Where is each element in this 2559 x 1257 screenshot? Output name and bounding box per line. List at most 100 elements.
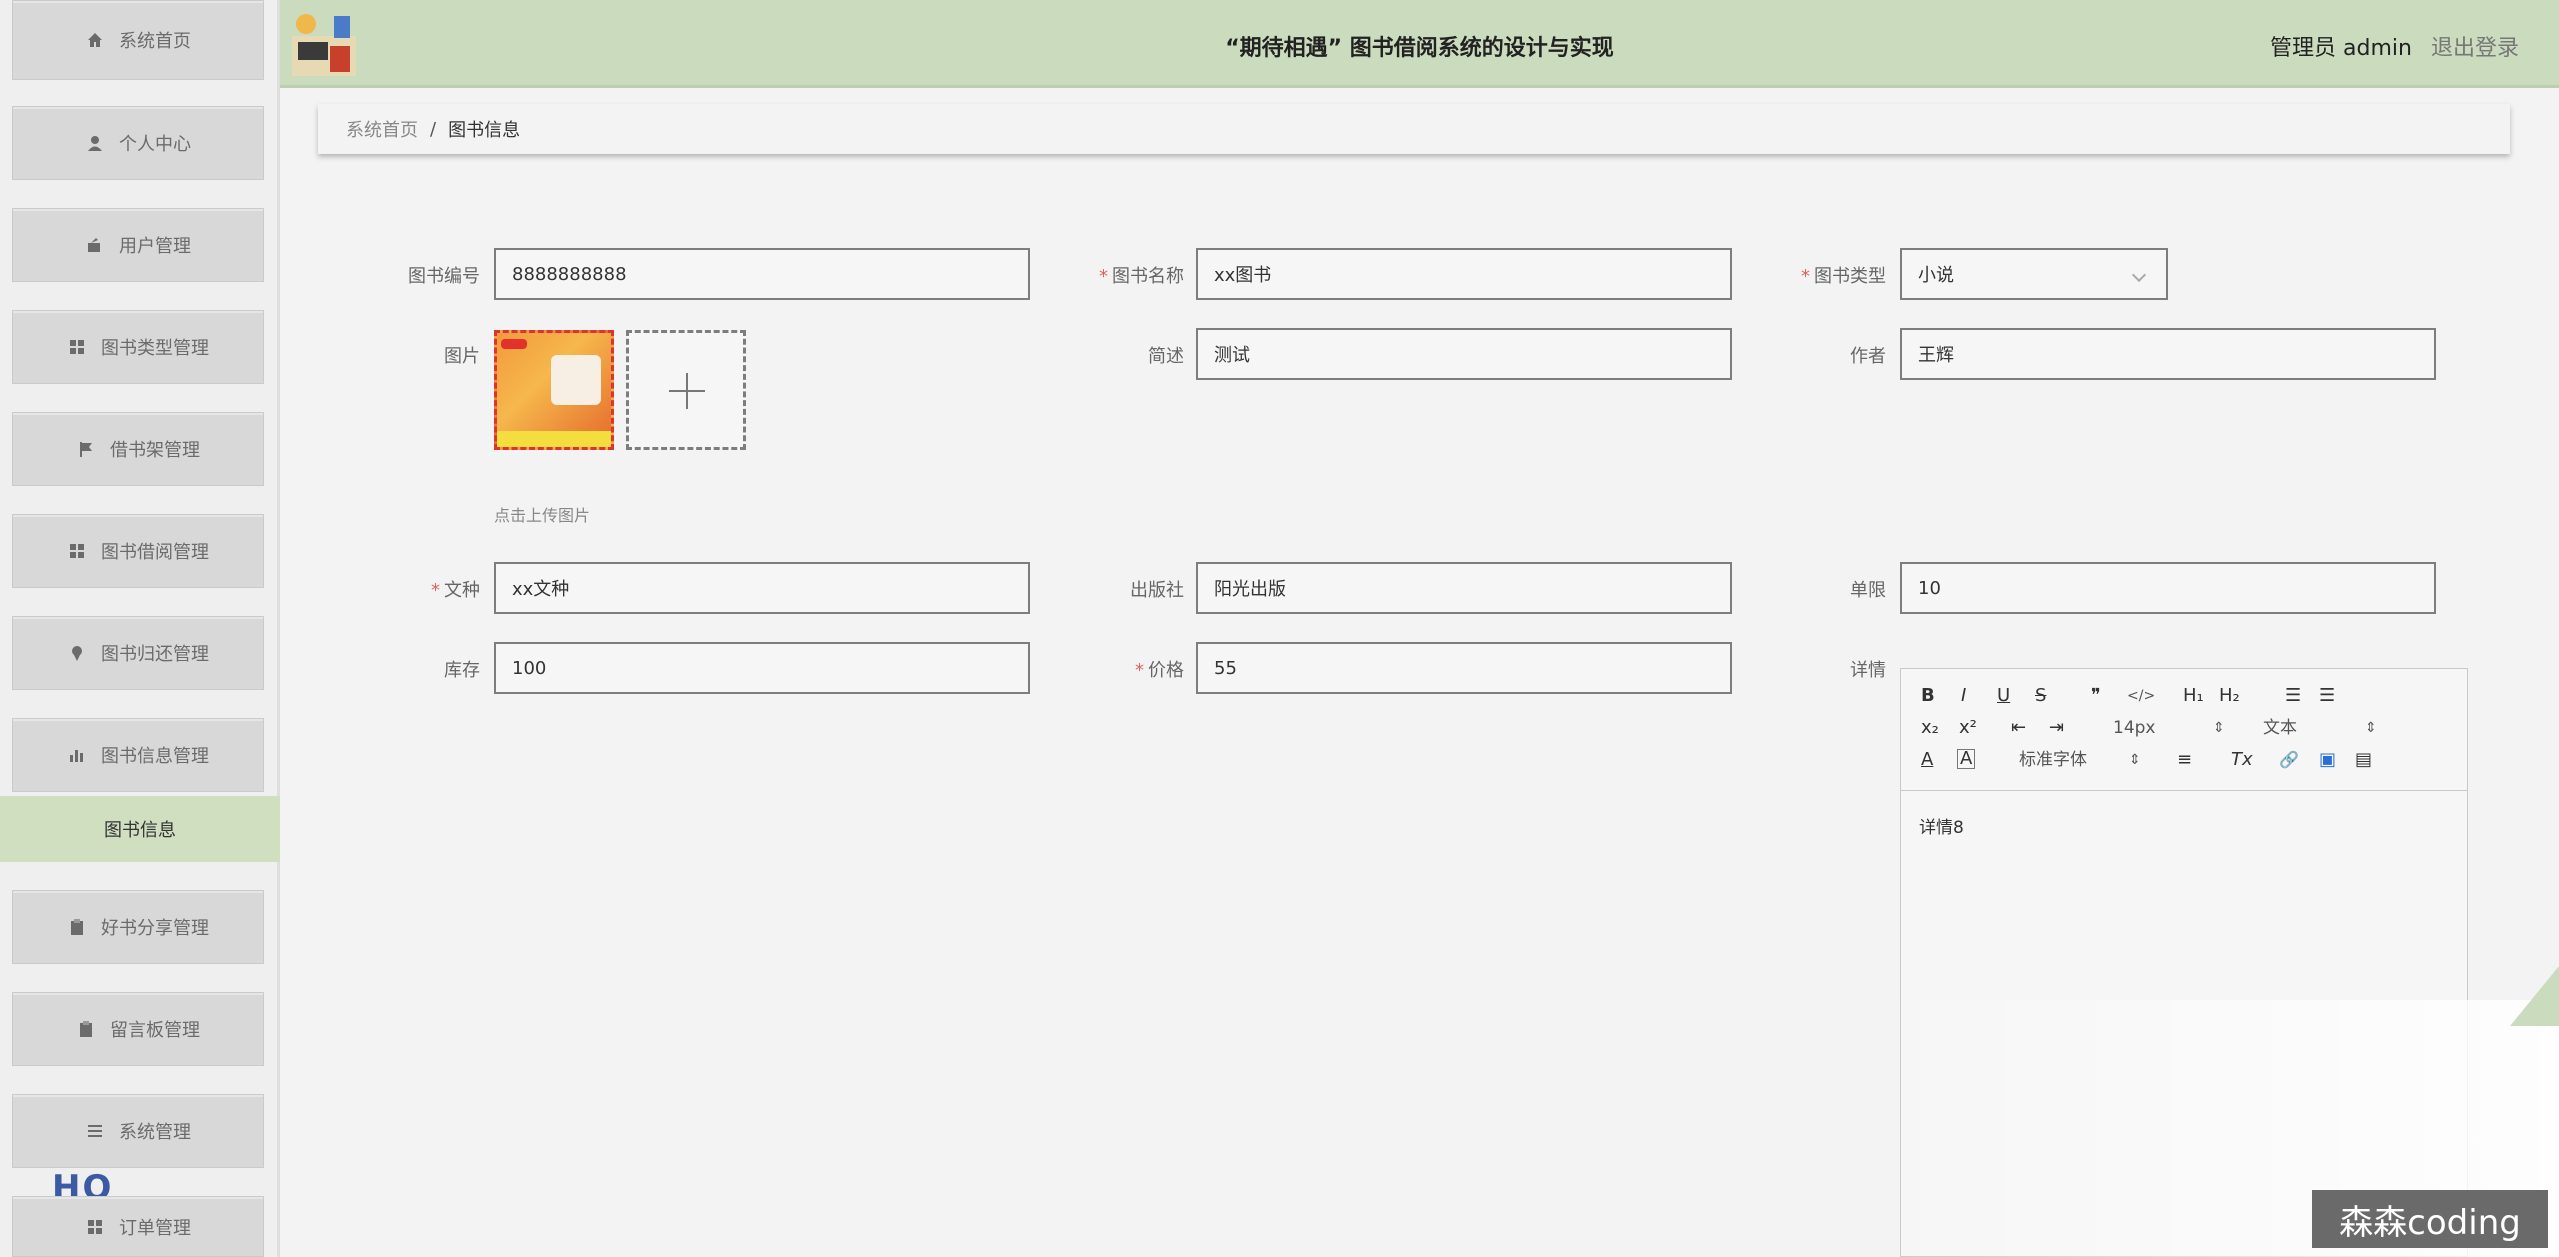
image-icon[interactable]: ▣ (2319, 749, 2336, 771)
stock-label: 库存 (444, 660, 480, 681)
sidebar-item-label: 系统管理 (119, 1122, 191, 1143)
watermark: 森森coding (2312, 1190, 2548, 1248)
sidebar-item-home[interactable]: 系统首页 (12, 0, 264, 80)
sidebar-item-bookshelf[interactable]: 借书架管理 (12, 412, 264, 486)
sidebar-item-label: 好书分享管理 (101, 918, 209, 939)
sidebar-item-label: 系统首页 (119, 31, 191, 52)
format-arrow-icon: ⇕ (2365, 720, 2377, 736)
detail-label: 详情 (1850, 660, 1886, 681)
sidebar-subitem-book-info[interactable]: 图书信息 (0, 796, 280, 862)
app-title: “期待相遇” 图书借阅系统的设计与实现 (1225, 36, 1614, 61)
book-type-select[interactable]: 小说 (1900, 248, 2168, 300)
sidebar-item-label: 借书架管理 (110, 440, 200, 461)
sidebar-item-book-share[interactable]: 好书分享管理 (12, 890, 264, 964)
sidebar-item-label: 图书归还管理 (101, 644, 209, 665)
background-color-button[interactable]: A (1957, 749, 1976, 769)
subscript-button[interactable]: x₂ (1921, 717, 1939, 739)
limit-label: 单限 (1850, 580, 1886, 601)
format-select[interactable]: 文本 (2263, 717, 2297, 739)
desc-input[interactable]: 测试 (1196, 328, 1732, 380)
book-name-label: * 图书名称 (1099, 266, 1184, 287)
sidebar: 系统首页 个人中心 用户管理 图书类型管理 借书架管理 图书借阅管理 图书归还管… (0, 0, 280, 1257)
breadcrumb-current: 图书信息 (448, 120, 521, 141)
author-input[interactable]: 王辉 (1900, 328, 2436, 380)
user-manage-icon (85, 235, 105, 255)
sidebar-item-label: 留言板管理 (110, 1020, 200, 1041)
bullet-list-button[interactable]: ☰ (2319, 685, 2335, 707)
font-size-arrow-icon: ⇕ (2213, 720, 2225, 736)
clear-format-button[interactable]: Tx (2231, 749, 2253, 771)
editor-content[interactable]: 详情8 (1901, 791, 2467, 860)
sidebar-item-label: 图书类型管理 (101, 338, 209, 359)
book-type-label: * 图书类型 (1801, 266, 1886, 287)
sidebar-item-orders[interactable]: 订单管理 (12, 1196, 264, 1257)
sidebar-item-borrow[interactable]: 图书借阅管理 (12, 514, 264, 588)
sidebar-subitem-label: 图书信息 (104, 820, 176, 841)
sidebar-item-return[interactable]: 图书归还管理 (12, 616, 264, 690)
clipboard-icon (67, 917, 87, 937)
home-icon (85, 30, 105, 50)
image-label: 图片 (444, 346, 480, 367)
book-cover-thumbnail[interactable] (494, 330, 614, 450)
indent-button[interactable]: ⇥ (2049, 717, 2064, 739)
limit-input[interactable]: 10 (1900, 562, 2436, 614)
clipboard-icon (76, 1019, 96, 1039)
price-input[interactable]: 55 (1196, 642, 1732, 694)
publisher-input[interactable]: 阳光出版 (1196, 562, 1732, 614)
user-label: 管理员 admin (2270, 36, 2412, 61)
user-icon (85, 133, 105, 153)
sidebar-item-users[interactable]: 用户管理 (12, 208, 264, 282)
h1-button[interactable]: H₁ (2183, 685, 2204, 707)
logout-link[interactable]: 退出登录 (2431, 36, 2519, 61)
corner-decoration (2510, 966, 2559, 1026)
ordered-list-button[interactable]: ☰ (2285, 685, 2301, 707)
font-size-select[interactable]: 14px (2113, 717, 2155, 739)
user-area: 管理员 admin 退出登录 (2270, 30, 2519, 62)
sidebar-item-label: 用户管理 (119, 236, 191, 257)
quote-button[interactable]: ❞ (2091, 685, 2101, 707)
language-label: * 文种 (431, 580, 480, 601)
code-button[interactable]: </> (2127, 685, 2155, 707)
italic-button[interactable]: I (1961, 685, 1966, 707)
sidebar-item-system[interactable]: 系统管理 (12, 1094, 264, 1168)
price-label: * 价格 (1135, 660, 1184, 681)
grid-icon (67, 337, 87, 357)
superscript-button[interactable]: x² (1959, 717, 1977, 739)
upload-hint: 点击上传图片 (494, 506, 591, 525)
rich-text-editor: B I U S ❞ </> H₁ H₂ ☰ ☰ x₂ x² ⇤ ⇥ 14px ⇕… (1900, 668, 2468, 1257)
sidebar-item-label: 图书信息管理 (101, 746, 209, 767)
underline-button[interactable]: U (1997, 685, 2010, 707)
breadcrumb: 系统首页 / 图书信息 (318, 104, 2510, 154)
upload-image-button[interactable] (626, 330, 746, 450)
font-color-button[interactable]: A (1921, 749, 1933, 771)
breadcrumb-separator: / (430, 118, 437, 140)
link-icon[interactable]: 🔗 (2279, 749, 2299, 771)
editor-toolbar: B I U S ❞ </> H₁ H₂ ☰ ☰ x₂ x² ⇤ ⇥ 14px ⇕… (1901, 669, 2467, 791)
bold-button[interactable]: B (1921, 685, 1935, 707)
sidebar-item-label: 订单管理 (119, 1217, 191, 1239)
publisher-label: 出版社 (1130, 580, 1184, 601)
book-name-input[interactable]: xx图书 (1196, 248, 1732, 300)
sidebar-item-book-info[interactable]: 图书信息管理 (12, 718, 264, 792)
book-no-input[interactable]: 8888888888 (494, 248, 1030, 300)
outdent-button[interactable]: ⇤ (2011, 717, 2026, 739)
grid-icon (85, 1217, 105, 1237)
flag-icon (76, 439, 96, 459)
strike-button[interactable]: S (2035, 685, 2046, 707)
desc-label: 简述 (1148, 346, 1184, 367)
h2-button[interactable]: H₂ (2219, 685, 2240, 707)
stock-input[interactable]: 100 (494, 642, 1030, 694)
font-family-select[interactable]: 标准字体 (2019, 749, 2087, 771)
sidebar-item-label: 个人中心 (119, 134, 191, 155)
language-input[interactable]: xx文种 (494, 562, 1030, 614)
sidebar-item-messages[interactable]: 留言板管理 (12, 992, 264, 1066)
top-header: “期待相遇” 图书借阅系统的设计与实现 管理员 admin 退出登录 (280, 0, 2559, 88)
bar-chart-icon (67, 745, 87, 765)
video-icon[interactable]: ▤ (2355, 749, 2372, 771)
font-family-arrow-icon: ⇕ (2129, 752, 2141, 768)
sidebar-item-profile[interactable]: 个人中心 (12, 106, 264, 180)
book-no-label: 图书编号 (408, 266, 480, 287)
breadcrumb-home[interactable]: 系统首页 (346, 116, 418, 142)
sidebar-item-book-types[interactable]: 图书类型管理 (12, 310, 264, 384)
align-button[interactable]: ≡ (2177, 749, 2192, 771)
